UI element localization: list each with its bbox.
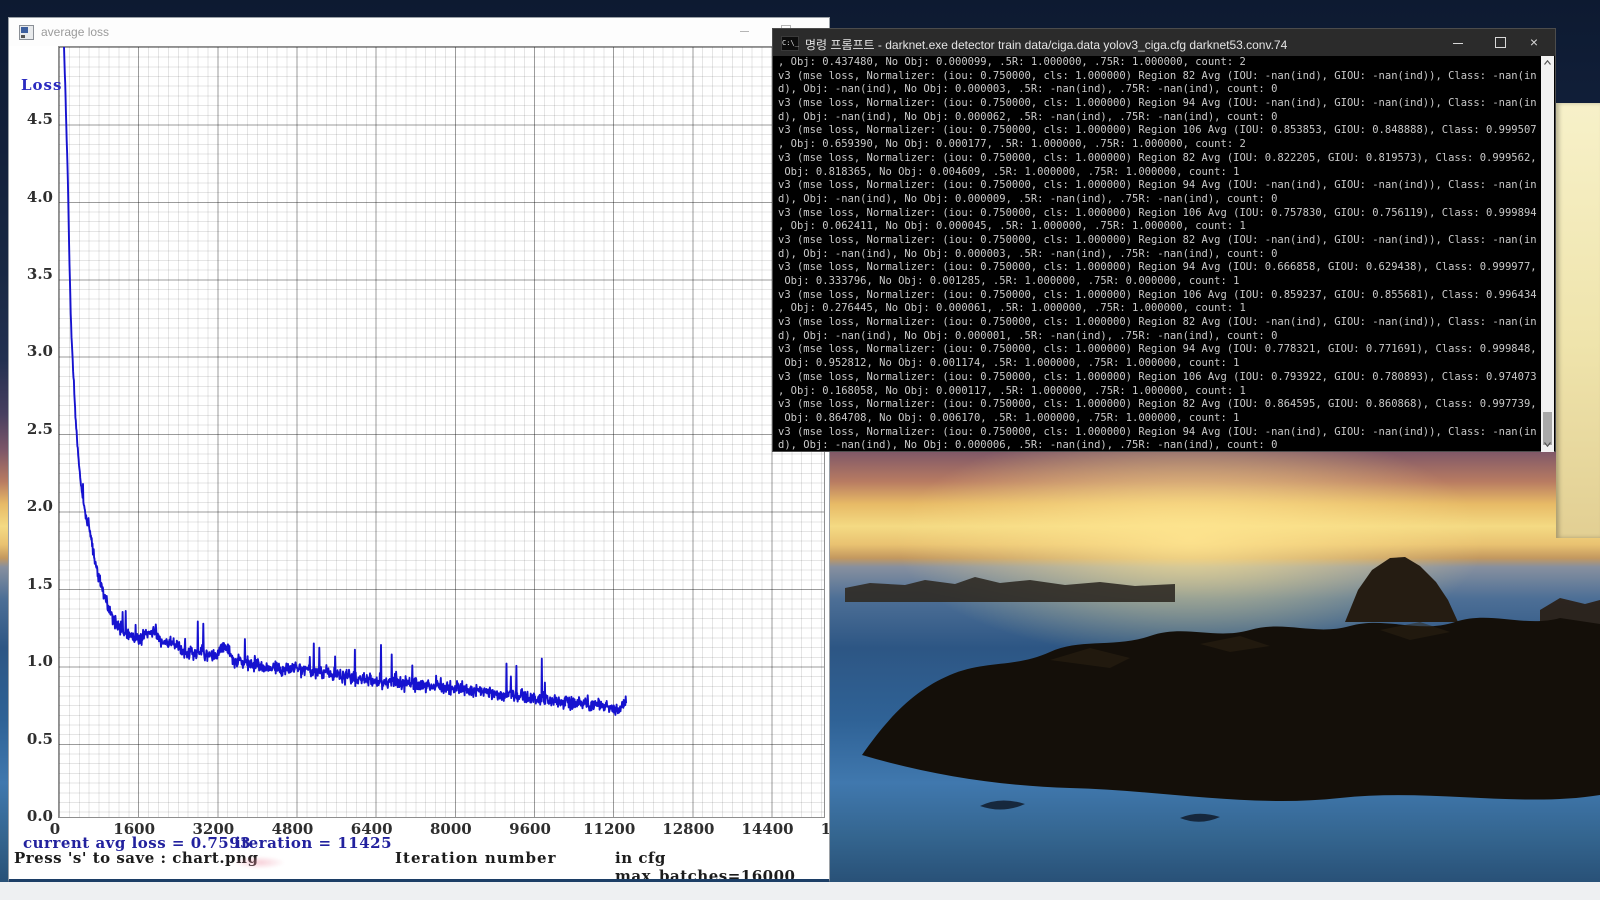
console-output: , Obj: 0.437480, No Obj: 0.000099, .5R: …: [773, 56, 1542, 453]
command-prompt-window: C:\_ 명령 프롬프트 - darknet.exe detector trai…: [772, 28, 1556, 452]
console-line: v3 (mse loss, Normalizer: (iou: 0.750000…: [778, 343, 1542, 357]
console-close-button[interactable]: ×: [1513, 29, 1555, 56]
console-line: Obj: 0.952812, No Obj: 0.001174, .5R: 1.…: [778, 357, 1542, 371]
console-titlebar[interactable]: C:\_ 명령 프롬프트 - darknet.exe detector trai…: [773, 29, 1555, 56]
minimize-icon: [1453, 43, 1463, 44]
console-line: v3 (mse loss, Normalizer: (iou: 0.750000…: [778, 316, 1542, 330]
console-line: v3 (mse loss, Normalizer: (iou: 0.750000…: [778, 289, 1542, 303]
console-line: , Obj: 0.276445, No Obj: 0.000061, .5R: …: [778, 302, 1542, 316]
y-tick-label: 1.5: [17, 575, 53, 593]
console-minimize-button[interactable]: [1437, 29, 1479, 56]
y-tick-label: 3.5: [17, 265, 53, 283]
console-line: v3 (mse loss, Normalizer: (iou: 0.750000…: [778, 371, 1542, 385]
console-line: , Obj: 0.659390, No Obj: 0.000177, .5R: …: [778, 138, 1542, 152]
y-axis-label: Loss: [21, 76, 62, 94]
console-line: d), Obj: -nan(ind), No Obj: 0.000009, .5…: [778, 193, 1542, 207]
console-line: d), Obj: -nan(ind), No Obj: 0.000001, .5…: [778, 330, 1542, 344]
screen: average loss × Loss 0.00.51.01.52.02.53.…: [0, 0, 1600, 900]
y-tick-label: 3.0: [17, 342, 53, 360]
console-line: Obj: 0.864708, No Obj: 0.006170, .5R: 1.…: [778, 412, 1542, 426]
console-line: v3 (mse loss, Normalizer: (iou: 0.750000…: [778, 398, 1542, 412]
console-line: , Obj: 0.062411, No Obj: 0.000045, .5R: …: [778, 220, 1542, 234]
close-icon: ×: [1530, 34, 1538, 50]
max-batches-text: in cfg max_batches=16000: [615, 849, 829, 883]
x-axis-title: Iteration number: [395, 849, 557, 867]
y-tick-label: 1.0: [17, 652, 53, 670]
console-line: v3 (mse loss, Normalizer: (iou: 0.750000…: [778, 97, 1542, 111]
console-line: Obj: 0.333796, No Obj: 0.001285, .5R: 1.…: [778, 275, 1542, 289]
console-line: d), Obj: -nan(ind), No Obj: 0.000003, .5…: [778, 83, 1542, 97]
console-line: v3 (mse loss, Normalizer: (iou: 0.750000…: [778, 124, 1542, 138]
save-hint-text: Press 's' to save : chart.png: [14, 849, 258, 867]
cmd-icon: C:\_: [781, 36, 799, 51]
console-title: 명령 프롬프트 - darknet.exe detector train dat…: [805, 36, 1287, 53]
watermark-smudge: [233, 856, 285, 869]
console-line: d), Obj: -nan(ind), No Obj: 0.000062, .5…: [778, 111, 1542, 125]
background-window-sliver: [1556, 103, 1600, 538]
y-tick-label: 2.5: [17, 420, 53, 438]
console-line: d), Obj: -nan(ind), No Obj: 0.000006, .5…: [778, 439, 1542, 453]
console-line: v3 (mse loss, Normalizer: (iou: 0.750000…: [778, 234, 1542, 248]
maximize-icon: [1495, 37, 1506, 48]
y-tick-label: 4.5: [17, 110, 53, 128]
console-line: v3 (mse loss, Normalizer: (iou: 0.750000…: [778, 70, 1542, 84]
y-tick-label: 0.5: [17, 730, 53, 748]
scroll-up-icon[interactable]: [1541, 56, 1554, 70]
loss-curve: [9, 18, 829, 879]
console-line: v3 (mse loss, Normalizer: (iou: 0.750000…: [778, 207, 1542, 221]
console-line: Obj: 0.818365, No Obj: 0.004609, .5R: 1.…: [778, 166, 1542, 180]
scroll-down-icon[interactable]: [1541, 438, 1554, 452]
y-tick-label: 2.0: [17, 497, 53, 515]
console-line: v3 (mse loss, Normalizer: (iou: 0.750000…: [778, 426, 1542, 440]
loss-chart-window: average loss × Loss 0.00.51.01.52.02.53.…: [8, 17, 830, 883]
console-scrollbar[interactable]: [1541, 56, 1554, 452]
console-line: v3 (mse loss, Normalizer: (iou: 0.750000…: [778, 152, 1542, 166]
chart-status-row: current avg loss = 0.7593 iteration = 11…: [9, 834, 829, 850]
console-line: d), Obj: -nan(ind), No Obj: 0.000003, .5…: [778, 248, 1542, 262]
y-tick-label: 4.0: [17, 188, 53, 206]
console-line: , Obj: 0.437480, No Obj: 0.000099, .5R: …: [778, 56, 1542, 70]
chart-hint-row: Press 's' to save : chart.png Iteration …: [9, 849, 829, 865]
console-line: , Obj: 0.168058, No Obj: 0.000117, .5R: …: [778, 385, 1542, 399]
bottom-strip: [0, 882, 1600, 900]
console-line: v3 (mse loss, Normalizer: (iou: 0.750000…: [778, 179, 1542, 193]
console-line: v3 (mse loss, Normalizer: (iou: 0.750000…: [778, 261, 1542, 275]
